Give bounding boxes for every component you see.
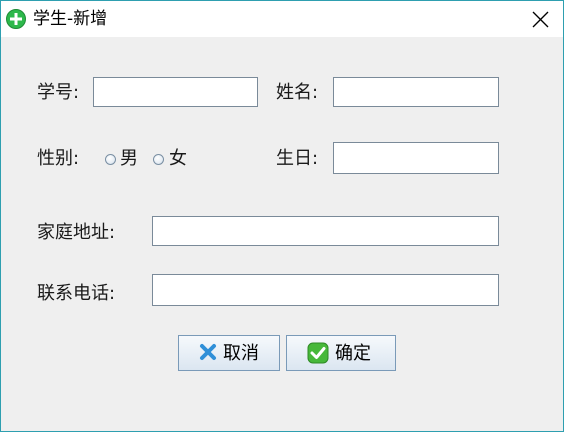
student-id-input[interactable] xyxy=(93,77,258,107)
cancel-button[interactable]: 取消 xyxy=(178,335,280,371)
address-input[interactable] xyxy=(152,216,499,246)
name-input[interactable] xyxy=(333,77,499,107)
gender-male-radio[interactable] xyxy=(105,154,116,165)
confirm-button[interactable]: 确定 xyxy=(286,335,396,371)
gender-female-radio[interactable] xyxy=(153,154,164,165)
gender-label: 性别: xyxy=(37,148,80,169)
close-icon xyxy=(532,11,549,28)
dialog-window: 学生-新增 学号: 姓名: 性别: 男 女 生日: 家庭地址: 联系电话: 取消 xyxy=(0,0,564,432)
name-label: 姓名: xyxy=(276,82,319,103)
birthday-input[interactable] xyxy=(333,142,499,174)
gender-male-label[interactable]: 男 xyxy=(120,147,138,171)
title-bar[interactable]: 学生-新增 xyxy=(1,1,563,37)
address-label: 家庭地址: xyxy=(37,222,116,243)
cancel-button-label: 取消 xyxy=(223,343,259,364)
phone-input[interactable] xyxy=(152,274,499,306)
birthday-label: 生日: xyxy=(276,148,319,169)
phone-label: 联系电话: xyxy=(37,283,116,304)
cross-icon xyxy=(199,343,217,366)
add-circle-icon xyxy=(6,9,26,29)
gender-female-label[interactable]: 女 xyxy=(169,147,187,171)
window-title: 学生-新增 xyxy=(33,9,108,29)
check-icon xyxy=(307,342,329,369)
student-id-label: 学号: xyxy=(37,82,80,103)
confirm-button-label: 确定 xyxy=(335,343,371,364)
close-button[interactable] xyxy=(518,1,563,37)
